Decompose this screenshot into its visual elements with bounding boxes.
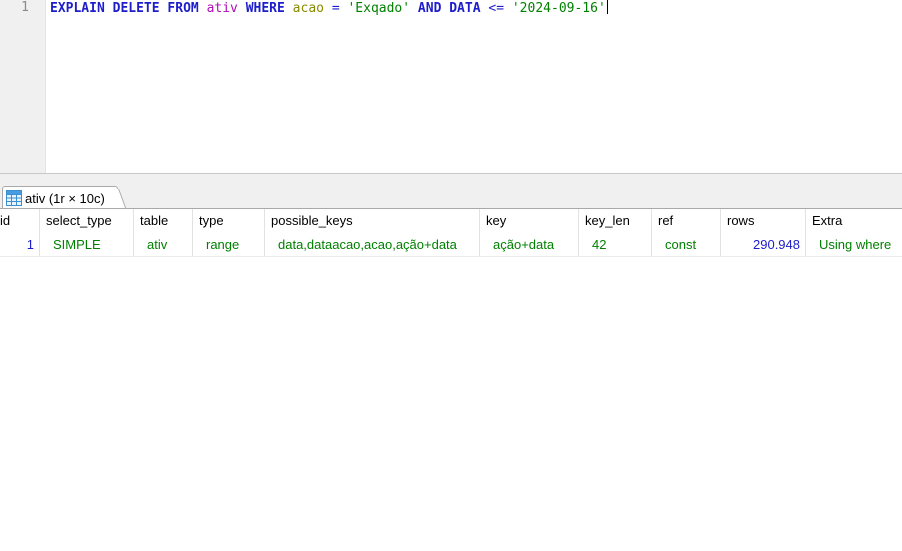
cell-type[interactable]: range (193, 233, 265, 256)
column-header-key[interactable]: key (480, 209, 579, 233)
results-tab-ativ[interactable]: ativ (1r × 10c) (2, 186, 118, 209)
sql-keyword-delete: DELETE (112, 1, 160, 16)
sql-string-acao: 'Exqado' (347, 1, 411, 16)
results-grid[interactable]: id select_type table type possible_keys … (0, 208, 902, 257)
sql-keyword-where: WHERE (245, 1, 285, 16)
column-header-possible-keys[interactable]: possible_keys (265, 209, 480, 233)
column-header-table[interactable]: table (134, 209, 193, 233)
sql-column-data: DATA (449, 1, 481, 16)
grid-header-row: id select_type table type possible_keys … (0, 209, 902, 233)
results-tab-strip: ativ (1r × 10c) (0, 173, 902, 209)
sql-table-name: ativ (206, 1, 238, 16)
cell-ref[interactable]: const (652, 233, 721, 256)
sql-editor[interactable]: 1 EXPLAIN DELETE FROM ativ WHERE acao = … (0, 0, 902, 173)
sql-keyword-and: AND (417, 1, 442, 16)
sql-string-date: '2024-09-16' (511, 1, 606, 16)
sql-keyword-explain: EXPLAIN (50, 1, 105, 16)
cell-key-len[interactable]: 42 (579, 233, 652, 256)
cell-possible-keys[interactable]: data,dataacao,acao,ação+data (265, 233, 480, 256)
sql-keyword-from: FROM (167, 1, 199, 16)
column-header-extra[interactable]: Extra (806, 209, 902, 233)
sql-column-acao: acao (292, 1, 324, 16)
column-header-key-len[interactable]: key_len (579, 209, 652, 233)
cell-rows[interactable]: 290.948 (721, 233, 806, 256)
cell-id[interactable]: 1 (0, 233, 40, 256)
text-caret (606, 0, 608, 14)
sql-operator-eq: = (331, 1, 340, 16)
results-tab-label: ativ (1r × 10c) (25, 190, 105, 206)
table-row[interactable]: 1 SIMPLE ativ range data,dataacao,acao,a… (0, 233, 902, 257)
cell-key[interactable]: ação+data (480, 233, 579, 256)
line-number: 1 (21, 0, 29, 15)
cell-table[interactable]: ativ (134, 233, 193, 256)
line-gutter: 1 (0, 0, 46, 173)
column-header-rows[interactable]: rows (721, 209, 806, 233)
sql-code-line[interactable]: EXPLAIN DELETE FROM ativ WHERE acao = 'E… (50, 0, 608, 16)
column-header-id[interactable]: id (0, 209, 40, 233)
column-header-select-type[interactable]: select_type (40, 209, 134, 233)
cell-extra[interactable]: Using where (806, 233, 902, 256)
sql-operator-lte: <= (488, 1, 505, 16)
column-header-type[interactable]: type (193, 209, 265, 233)
table-grid-icon (6, 190, 22, 206)
cell-select-type[interactable]: SIMPLE (40, 233, 134, 256)
column-header-ref[interactable]: ref (652, 209, 721, 233)
